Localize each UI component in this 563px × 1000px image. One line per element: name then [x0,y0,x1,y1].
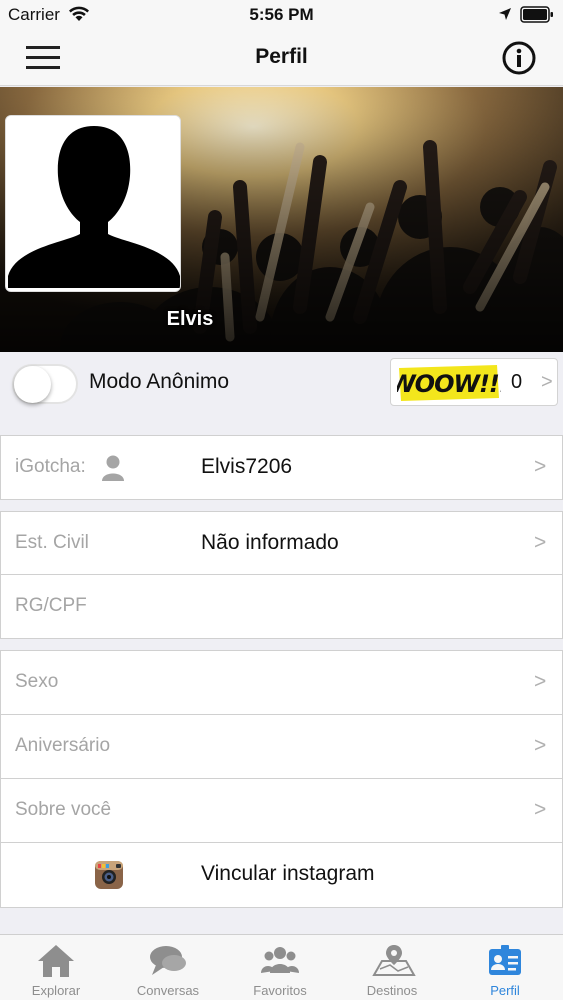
chevron-right-icon: > [534,798,547,821]
tab-perfil[interactable]: Perfil [449,935,561,1000]
igotcha-value: Elvis7206 [201,455,293,478]
toggle-knob [14,366,51,403]
rg-cpf-row[interactable]: RG/CPF [0,575,563,639]
status-bar: Carrier 5:56 PM [0,0,563,30]
profile-cover-banner: Elvis [0,87,563,352]
nav-bar: Perfil [0,30,563,86]
civil-status-label: Est. Civil [15,532,89,553]
anonymous-mode-row: Modo Anônimo WOOW!!! 0 > [0,352,563,412]
link-instagram-button[interactable]: Vincular instagram [0,843,563,908]
tab-favoritos[interactable]: Favoritos [224,935,336,1000]
civil-status-value: Não informado [201,531,339,554]
tab-bar: Explorar Conversas Favoritos Destinos Pe… [0,934,563,1000]
profile-name: Elvis [166,308,214,330]
tab-destinos[interactable]: Destinos [336,935,448,1000]
battery-icon [520,6,553,23]
person-silhouette-icon [6,116,180,291]
about-row[interactable]: Sobre você > [0,779,563,842]
igotcha-label: iGotcha: [15,456,86,477]
link-instagram-label: Vincular instagram [201,862,375,885]
anonymous-mode-label: Modo Anônimo [89,370,230,393]
tab-label: Explorar [31,983,81,998]
chat-icon [150,946,186,975]
home-icon [38,945,74,977]
profile-card-icon [489,945,521,975]
woow-counter-button[interactable]: WOOW!!! 0 > [390,358,558,406]
user-icon [102,455,124,481]
avatar[interactable] [5,115,181,292]
svg-text:WOOW!!!: WOOW!!! [397,370,501,398]
tab-label: Destinos [366,983,418,998]
anonymous-mode-toggle[interactable] [12,364,78,404]
page-title: Perfil [255,45,308,68]
rg-cpf-label: RG/CPF [15,595,87,616]
sex-label: Sexo [15,671,59,692]
woow-count: 0 [511,371,523,393]
chevron-right-icon: > [534,531,547,554]
civil-status-row[interactable]: Est. Civil Não informado > [0,511,563,575]
birthday-label: Aniversário [15,735,111,756]
clock: 5:56 PM [249,5,314,24]
location-arrow-icon [499,8,511,20]
info-icon[interactable] [501,40,537,76]
chevron-right-icon: > [541,371,553,393]
chevron-right-icon: > [534,455,547,478]
tab-label: Perfil [490,983,520,998]
birthday-row[interactable]: Aniversário > [0,715,563,778]
tab-label: Favoritos [253,983,307,998]
chevron-right-icon: > [534,670,547,693]
igotcha-row[interactable]: iGotcha: Elvis7206 > [0,435,563,500]
map-icon [372,945,416,976]
about-label: Sobre você [15,799,112,820]
tab-explorar[interactable]: Explorar [0,935,112,1000]
tab-conversas[interactable]: Conversas [112,935,224,1000]
instagram-icon [95,861,123,889]
woow-logo: WOOW!!! [397,365,501,401]
tab-label: Conversas [136,983,200,998]
sex-row[interactable]: Sexo > [0,650,563,714]
chevron-right-icon: > [534,734,547,757]
group-icon [261,947,299,973]
